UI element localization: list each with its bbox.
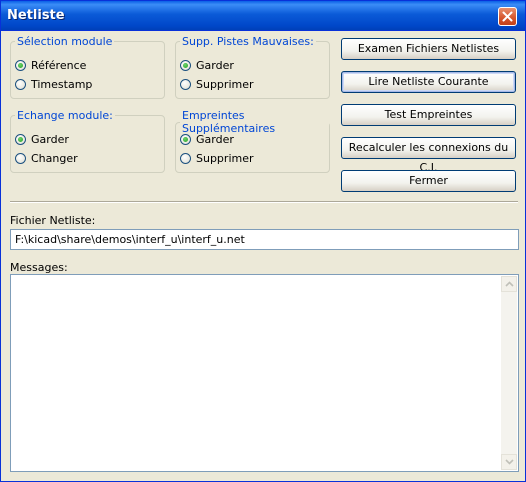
radio-echange-garder[interactable]: Garder [15, 132, 69, 146]
radio-empreintes-garder-label: Garder [196, 132, 234, 146]
examen-fichiers-button[interactable]: Examen Fichiers Netlistes [341, 38, 516, 60]
lire-netliste-button[interactable]: Lire Netliste Courante [341, 71, 516, 93]
arrow-down-icon [505, 459, 514, 465]
radio-echange-changer[interactable]: Changer [15, 151, 78, 165]
radio-empreintes-garder[interactable]: Garder [180, 132, 234, 146]
radio-indicator [180, 78, 191, 90]
radio-indicator [15, 133, 26, 145]
netliste-dialog: Netliste Sélection module Référence Time… [0, 0, 526, 482]
scroll-down-button[interactable] [501, 454, 517, 470]
title-bar[interactable]: Netliste [1, 1, 525, 31]
radio-reference-label: Référence [31, 58, 87, 72]
radio-indicator [15, 152, 26, 164]
window-title: Netliste [7, 8, 65, 23]
messages-scrollbar[interactable] [501, 276, 517, 470]
fermer-button[interactable]: Fermer [341, 170, 516, 192]
radio-indicator [180, 59, 191, 71]
radio-empreintes-supprimer[interactable]: Supprimer [180, 151, 254, 165]
radio-indicator [15, 59, 26, 71]
radio-supp-supprimer-label: Supprimer [196, 77, 254, 91]
fichier-netliste-label: Fichier Netliste: [10, 214, 96, 227]
radio-empreintes-supprimer-label: Supprimer [196, 151, 254, 165]
radio-timestamp[interactable]: Timestamp [15, 77, 92, 91]
messages-textarea[interactable] [10, 274, 519, 472]
radio-timestamp-label: Timestamp [31, 77, 93, 91]
separator [10, 201, 518, 203]
dialog-client: Sélection module Référence Timestamp Sup… [4, 31, 521, 479]
close-icon [502, 11, 513, 22]
radio-indicator [180, 152, 191, 164]
radio-supp-garder[interactable]: Garder [180, 58, 234, 72]
radio-echange-garder-label: Garder [31, 132, 69, 146]
radio-supp-garder-label: Garder [196, 58, 234, 72]
scroll-up-button[interactable] [501, 276, 517, 292]
arrow-up-icon [505, 281, 514, 287]
messages-label: Messages: [10, 261, 68, 274]
fichier-netliste-input[interactable]: F:\kicad\share\demos\interf_u\interf_u.n… [10, 229, 519, 250]
radio-reference[interactable]: Référence [15, 58, 86, 72]
radio-echange-changer-label: Changer [31, 151, 78, 165]
recalculer-connexions-button[interactable]: Recalculer les connexions du C.I. [341, 137, 516, 174]
radio-supp-supprimer[interactable]: Supprimer [180, 77, 254, 91]
radio-indicator [180, 133, 191, 145]
group-supp-pistes-legend: Supp. Pistes Mauvaises: [182, 35, 314, 48]
test-empreintes-button[interactable]: Test Empreintes [341, 104, 516, 126]
group-selection-module-legend: Sélection module [17, 35, 113, 48]
close-button[interactable] [498, 7, 517, 26]
group-echange-module-legend: Echange module: [17, 109, 113, 122]
radio-indicator [15, 78, 26, 90]
